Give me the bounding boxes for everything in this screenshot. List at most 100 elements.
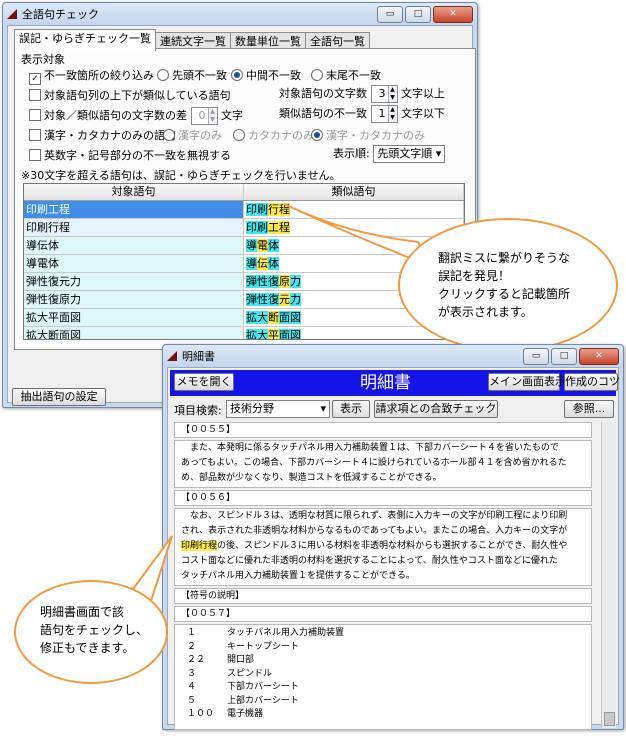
- symbol-number: １: [187, 628, 197, 638]
- reference-button[interactable]: 参照...: [564, 400, 614, 418]
- table-row[interactable]: 拡大平面図 拡大断面図: [24, 309, 464, 327]
- callout-top-line-2: 誤記を発見！: [438, 269, 511, 283]
- radio-suffix-mismatch[interactable]: 末尾不一致: [311, 67, 381, 83]
- paragraph-line: コスト面などに優れた非透明の材料を選択することによって、耐久性やコスト面などに優…: [181, 556, 558, 566]
- highlighted-term[interactable]: 印刷行程: [181, 541, 218, 551]
- main-screen-button[interactable]: メイン画面表示: [488, 373, 566, 391]
- target-length-spinner[interactable]: 3 ▲ ▼: [370, 85, 398, 103]
- maximize-button[interactable]: □: [551, 347, 577, 365]
- minimize-button[interactable]: ▭: [377, 5, 403, 23]
- ignore-option[interactable]: 英数字・記号部分の不一致を無視する: [29, 147, 231, 163]
- length-diff-checkbox[interactable]: [29, 109, 41, 121]
- symbol-number: ２: [187, 641, 197, 652]
- length-diff-suffix: 文字: [221, 109, 243, 122]
- radio-indicator: [311, 69, 323, 81]
- target-term-cell[interactable]: 印刷工程: [24, 201, 244, 218]
- kanji-label: 漢字・カタカナのみの語句: [44, 129, 176, 142]
- claims-check-button[interactable]: 請求項との合致チェック: [374, 400, 498, 418]
- symbol-list[interactable]: １ タッチパネル用入力補助装置 ２ キートップシート ２２ 開口部 ３ スピンドル ４ 下部カバー…: [174, 624, 592, 730]
- kanji-checkbox[interactable]: [29, 129, 41, 141]
- spinner-value: 3: [378, 87, 386, 100]
- paragraph-0055[interactable]: また、本発明に係るタッチパネル用入力補助装置１は、下部カバーシート４を省いたもの…: [174, 440, 592, 488]
- mismatch-count-group: 類似語句の不一致 1 ▲ ▼ 文字以下: [279, 105, 445, 123]
- mismatch-count-spinner[interactable]: 1 ▲ ▼: [370, 105, 398, 123]
- callout-bottom-line-2: 語句をチェックし、: [40, 623, 149, 637]
- section-0056-header[interactable]: 【００５６】: [174, 490, 592, 506]
- kanji-option[interactable]: 漢字・カタカナのみの語句: [29, 127, 176, 143]
- spec-window: 明細書 ▭ □ ✕ メモを開く 明細書 メイン画面表示 作成のコツ 項目検索: …: [162, 344, 624, 730]
- symbol-item: １ タッチパネル用入力補助装置: [181, 627, 585, 641]
- symbol-label: 上部カバーシート: [227, 695, 299, 706]
- paragraph-line: め、部品数が少なくなり、製造コストを低減することができる。: [181, 473, 442, 483]
- table-row[interactable]: 拡大断面図 拡大平面図: [24, 327, 464, 340]
- app-icon: [167, 351, 177, 361]
- spinner-arrows-icon[interactable]: ▲ ▼: [387, 86, 397, 102]
- tips-button[interactable]: 作成のコツ: [564, 373, 620, 391]
- section-0057-header[interactable]: 【００５７】: [174, 606, 592, 622]
- section-search-select[interactable]: 技術分野 ▾: [226, 400, 330, 418]
- callout-top: 翻訳ミスに繋がりそうな 誤記を発見！ クリックすると記載箇所 が表示されます。: [398, 218, 618, 352]
- target-term-cell[interactable]: 拡大断面図: [24, 327, 244, 339]
- target-term-cell[interactable]: 導伝体: [24, 237, 244, 254]
- symbol-number: ４: [187, 682, 197, 692]
- paragraph-0056[interactable]: なお、スピンドル３は、透明な材質に限られず、表側に入力キーの文字が印刷工程により…: [174, 508, 592, 586]
- symbol-label: 開口部: [227, 655, 255, 665]
- radio-katakana-only[interactable]: カタカナのみ: [233, 127, 314, 143]
- scrollbar-thumb[interactable]: [604, 712, 615, 726]
- spinner-arrows-icon[interactable]: ▲ ▼: [387, 106, 397, 122]
- close-button[interactable]: ✕: [579, 347, 619, 365]
- symbol-item: ４ 下部カバーシート: [181, 681, 585, 695]
- sort-group: 表示順: 先頭文字順 ▾: [333, 145, 446, 163]
- radio-indicator: [157, 69, 169, 81]
- maximize-button[interactable]: □: [405, 5, 431, 23]
- ignore-checkbox[interactable]: [29, 149, 41, 161]
- match-segment: 面図: [279, 329, 301, 340]
- tab-typo-check[interactable]: 誤記・ゆらぎチェック一覧: [14, 29, 156, 51]
- spec-titlebar[interactable]: 明細書 ▭ □ ✕: [163, 345, 623, 367]
- length-diff-option[interactable]: 対象／類似語句の文字数の差 0 ▲ ▼ 文字: [29, 107, 243, 125]
- radio-prefix-mismatch[interactable]: 先頭不一致: [157, 67, 227, 83]
- match-segment: 印刷: [246, 203, 268, 216]
- spec-client: メモを開く 明細書 メイン画面表示 作成のコツ 項目検索: 技術分野 ▾ 表示 …: [167, 367, 620, 730]
- chevron-down-icon: ▾: [320, 402, 326, 415]
- spinner-arrows-icon[interactable]: ▲ ▼: [207, 108, 217, 124]
- match-segment: 印刷: [246, 221, 268, 234]
- radio-middle-mismatch[interactable]: 中間不一致: [231, 67, 301, 83]
- target-length-suffix: 文字以上: [401, 87, 445, 100]
- filter-mismatch-option[interactable]: ✓ 不一致箇所の絞り込み: [29, 67, 154, 85]
- target-term-cell[interactable]: 弾性復原力: [24, 291, 244, 308]
- similar-option[interactable]: 対象語句列の上下が類似している語句: [29, 87, 231, 103]
- sort-select[interactable]: 先頭文字順 ▾: [373, 145, 446, 163]
- column-header-target[interactable]: 対象語句: [24, 184, 244, 200]
- target-term-cell[interactable]: 弾性復元力: [24, 273, 244, 290]
- radio-indicator: [163, 129, 175, 141]
- section-symbols-header[interactable]: 【符号の説明】: [174, 588, 592, 604]
- symbol-item: １００ 電子機器: [181, 708, 585, 722]
- match-segment: 導: [246, 257, 257, 270]
- target-length-group: 対象語句の文字数 3 ▲ ▼ 文字以上: [279, 85, 445, 103]
- spec-scrollbar[interactable]: [601, 422, 616, 728]
- radio-kanji-only[interactable]: 漢字のみ: [163, 127, 222, 143]
- main-titlebar[interactable]: 全語句チェック ▭ □ ✕: [3, 3, 477, 25]
- target-term-cell[interactable]: 拡大平面図: [24, 309, 244, 326]
- paragraph-line: あってもよい。この場合、下部カバーシート４に設けられているホール部４１を含め省か…: [181, 458, 567, 468]
- close-button[interactable]: ✕: [433, 5, 473, 23]
- memo-button[interactable]: メモを開く: [174, 373, 234, 391]
- match-segment: 力: [290, 293, 301, 306]
- target-term-cell[interactable]: 印刷行程: [24, 219, 244, 236]
- minimize-button[interactable]: ▭: [523, 347, 549, 365]
- radio-kanji-katakana[interactable]: 漢字・カタカナのみ: [311, 127, 425, 143]
- show-button[interactable]: 表示: [332, 400, 370, 418]
- target-term-cell[interactable]: 導電体: [24, 255, 244, 272]
- spec-header-bar: メモを開く 明細書 メイン画面表示 作成のコツ: [170, 370, 620, 396]
- callout-bottom-line-1: 明細書画面で該: [40, 605, 125, 619]
- symbol-label: スピンドル: [227, 668, 273, 679]
- section-number: 【符号の説明】: [181, 591, 245, 601]
- filter-mismatch-checkbox[interactable]: ✓: [29, 73, 41, 85]
- length-diff-spinner[interactable]: 0 ▲ ▼: [190, 107, 218, 125]
- section-0055-header[interactable]: 【００５５】: [174, 422, 592, 438]
- spec-window-title: 明細書: [182, 350, 215, 363]
- main-window-title: 全語句チェック: [22, 8, 99, 21]
- similar-checkbox[interactable]: [29, 89, 41, 101]
- settings-button[interactable]: 抽出語句の設定: [12, 388, 106, 406]
